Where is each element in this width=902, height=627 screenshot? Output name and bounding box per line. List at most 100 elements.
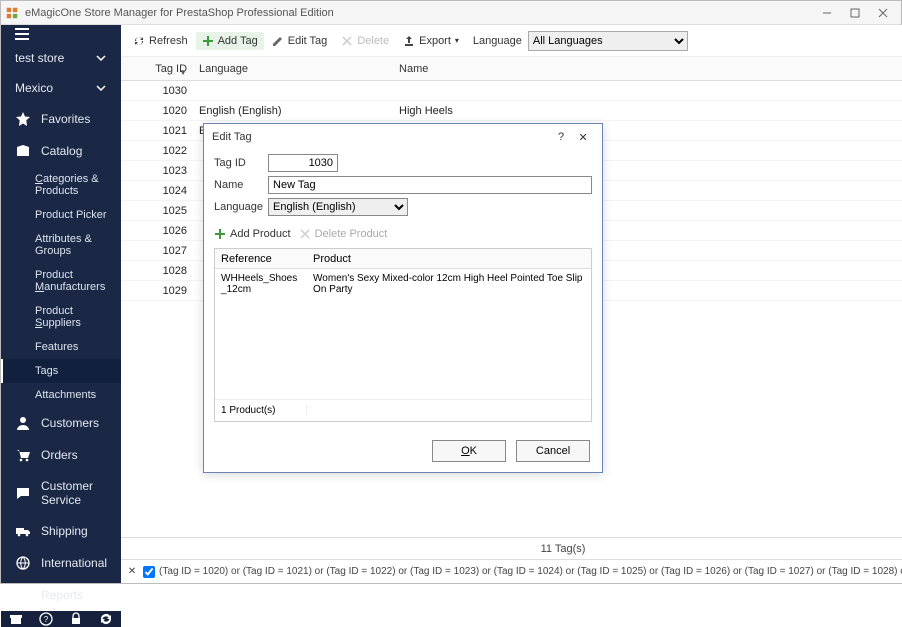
cell-product: Women's Sexy Mixed-color 12cm High Heel … bbox=[307, 273, 591, 295]
grid-header: Tag ID▼ Language Name Products bbox=[121, 57, 902, 81]
language-label: Language bbox=[473, 35, 522, 47]
col-reference[interactable]: Reference bbox=[215, 253, 307, 265]
window-close[interactable] bbox=[869, 4, 897, 22]
store-selector[interactable]: test store bbox=[1, 43, 121, 73]
cell-tag-id: 1025 bbox=[121, 205, 193, 217]
nav-label: International bbox=[41, 556, 107, 570]
tag-count: 11 Tag(s) bbox=[121, 543, 902, 555]
language-select[interactable]: All Languages bbox=[528, 31, 688, 51]
bottom-sync-button[interactable] bbox=[91, 611, 121, 627]
cell-tag-id: 1024 bbox=[121, 185, 193, 197]
dialog-form: Tag ID Name Language English (English) bbox=[204, 150, 602, 224]
col-product[interactable]: Product bbox=[307, 253, 591, 265]
sub-product-manufacturers[interactable]: Product Manufacturers bbox=[1, 263, 121, 299]
export-button[interactable]: Export ▾ bbox=[397, 32, 465, 50]
x-icon bbox=[341, 35, 353, 47]
cell-reference: WHHeels_Shoes_12cm bbox=[215, 273, 307, 295]
bottom-help-button[interactable]: ? bbox=[31, 611, 61, 627]
delete-product-button[interactable]: Delete Product bbox=[299, 228, 388, 240]
bottom-lock-button[interactable] bbox=[61, 611, 91, 627]
cell-tag-id: 1021 bbox=[121, 125, 193, 137]
dialog-buttons: OK Cancel bbox=[204, 422, 602, 472]
message-icon bbox=[15, 485, 31, 501]
nav-shipping[interactable]: Shipping bbox=[1, 515, 121, 547]
country-name: Mexico bbox=[15, 81, 53, 95]
nav-international[interactable]: International bbox=[1, 547, 121, 579]
dropdown-caret-icon: ▾ bbox=[455, 36, 459, 45]
nav-label: Customer Service bbox=[41, 479, 107, 507]
product-count: 1 Product(s) bbox=[215, 405, 307, 416]
language-select-dialog[interactable]: English (English) bbox=[268, 198, 408, 216]
app-logo-icon bbox=[5, 6, 19, 20]
col-name[interactable]: Name bbox=[393, 63, 902, 75]
product-table-footer: 1 Product(s) bbox=[215, 399, 591, 421]
dialog-titlebar: Edit Tag ? ✕ bbox=[204, 124, 602, 150]
pencil-icon bbox=[272, 35, 284, 47]
name-input[interactable] bbox=[268, 176, 592, 194]
tag-id-input[interactable] bbox=[268, 154, 338, 172]
nav-label: Catalog bbox=[41, 144, 82, 158]
nav-favorites[interactable]: Favorites bbox=[1, 103, 121, 135]
col-language[interactable]: Language bbox=[193, 63, 393, 75]
cell-name: High Heels bbox=[393, 105, 902, 117]
table-row[interactable]: 1030 bbox=[121, 81, 902, 101]
product-table-body[interactable]: WHHeels_Shoes_12cmWomen's Sexy Mixed-col… bbox=[215, 269, 591, 399]
truck-icon bbox=[15, 523, 31, 539]
cell-tag-id: 1022 bbox=[121, 145, 193, 157]
dialog-close-button[interactable]: ✕ bbox=[572, 131, 594, 144]
cancel-button[interactable]: Cancel bbox=[516, 440, 590, 462]
dialog-help-button[interactable]: ? bbox=[550, 131, 572, 143]
bottom-archive-button[interactable] bbox=[1, 611, 31, 627]
product-table-header: Reference Product bbox=[215, 249, 591, 269]
nav-orders[interactable]: Orders bbox=[1, 439, 121, 471]
hamburger-button[interactable] bbox=[1, 25, 121, 43]
filter-bar: ✕ (Tag ID = 1020) or (Tag ID = 1021) or … bbox=[121, 559, 902, 583]
plus-icon bbox=[214, 228, 226, 240]
plus-icon bbox=[202, 35, 214, 47]
catalog-icon bbox=[15, 143, 31, 159]
edit-tag-button[interactable]: Edit Tag bbox=[266, 32, 334, 50]
sub-attachments[interactable]: Attachments bbox=[1, 383, 121, 407]
dialog-toolbar: Add Product Delete Product bbox=[204, 224, 602, 244]
nav-catalog[interactable]: Catalog bbox=[1, 135, 121, 167]
table-row[interactable]: 1020English (English)High Heels0 bbox=[121, 101, 902, 121]
nav-customer-service[interactable]: Customer Service bbox=[1, 471, 121, 515]
sub-categories-products[interactable]: Categories & Products bbox=[1, 167, 121, 203]
sub-product-picker[interactable]: Product Picker bbox=[1, 203, 121, 227]
cell-tag-id: 1026 bbox=[121, 225, 193, 237]
delete-button[interactable]: Delete bbox=[335, 32, 395, 50]
nav-label: Reports bbox=[41, 588, 83, 602]
nav-customers[interactable]: Customers bbox=[1, 407, 121, 439]
add-tag-button[interactable]: Add Tag bbox=[196, 32, 264, 50]
sub-attributes-groups[interactable]: Attributes & Groups bbox=[1, 227, 121, 263]
sub-tags[interactable]: Tags bbox=[1, 359, 121, 383]
add-product-button[interactable]: Add Product bbox=[214, 228, 291, 240]
cell-tag-id: 1029 bbox=[121, 285, 193, 297]
nav-label: Favorites bbox=[41, 112, 90, 126]
sub-features[interactable]: Features bbox=[1, 335, 121, 359]
nav-label: Shipping bbox=[41, 524, 88, 538]
refresh-button[interactable]: Refresh bbox=[127, 32, 194, 50]
ok-button[interactable]: OK bbox=[432, 440, 506, 462]
window-maximize[interactable] bbox=[841, 4, 869, 22]
nav-label: Orders bbox=[41, 448, 78, 462]
edit-tag-dialog: Edit Tag ? ✕ Tag ID Name Language Englis… bbox=[203, 123, 603, 473]
window-minimize[interactable] bbox=[813, 4, 841, 22]
dialog-product-table: Reference Product WHHeels_Shoes_12cmWome… bbox=[214, 248, 592, 422]
refresh-label: Refresh bbox=[149, 35, 188, 47]
filter-enable-checkbox[interactable] bbox=[143, 566, 155, 578]
cell-tag-id: 1028 bbox=[121, 265, 193, 277]
cell-tag-id: 1030 bbox=[121, 85, 193, 97]
product-row[interactable]: WHHeels_Shoes_12cmWomen's Sexy Mixed-col… bbox=[215, 269, 591, 299]
sort-desc-icon: ▼ bbox=[179, 68, 187, 77]
filter-clear-button[interactable]: ✕ bbox=[125, 566, 139, 577]
col-tag-id[interactable]: Tag ID▼ bbox=[121, 63, 193, 75]
sub-product-suppliers[interactable]: Product Suppliers bbox=[1, 299, 121, 335]
svg-text:?: ? bbox=[44, 615, 49, 624]
country-selector[interactable]: Mexico bbox=[1, 73, 121, 103]
nav-label: Customers bbox=[41, 416, 99, 430]
star-icon bbox=[15, 111, 31, 127]
titlebar: eMagicOne Store Manager for PrestaShop P… bbox=[1, 1, 901, 25]
chevron-down-icon bbox=[95, 82, 107, 94]
cart-icon bbox=[15, 447, 31, 463]
